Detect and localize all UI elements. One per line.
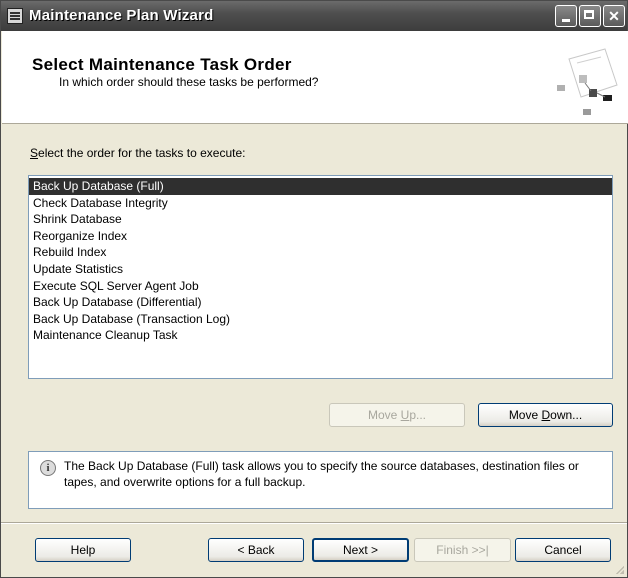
maximize-button[interactable] [579, 5, 601, 27]
task-list-item[interactable]: Back Up Database (Full) [29, 178, 612, 195]
finish-button[interactable]: Finish >>| [414, 538, 511, 562]
page-title: Select Maintenance Task Order [32, 55, 292, 74]
task-list-item[interactable]: Rebuild Index [29, 244, 612, 261]
maximize-icon [584, 10, 594, 19]
close-icon: ✕ [608, 8, 620, 24]
page-subtitle: In which order should these tasks be per… [59, 75, 319, 89]
task-list-item[interactable]: Update Statistics [29, 261, 612, 278]
task-list-item[interactable]: Execute SQL Server Agent Job [29, 278, 612, 295]
window-title: Maintenance Plan Wizard [29, 7, 214, 24]
task-list-item[interactable]: Back Up Database (Differential) [29, 294, 612, 311]
task-list-item[interactable]: Reorganize Index [29, 228, 612, 245]
move-down-button[interactable]: Move Down... [478, 403, 613, 427]
move-up-button[interactable]: Move Up... [329, 403, 465, 427]
task-list-item[interactable]: Shrink Database [29, 211, 612, 228]
task-list-item[interactable]: Back Up Database (Transaction Log) [29, 311, 612, 328]
title-bar[interactable]: Maintenance Plan Wizard ✕ [1, 1, 627, 31]
task-list-item[interactable]: Check Database Integrity [29, 195, 612, 212]
task-list-item[interactable]: Maintenance Cleanup Task [29, 327, 612, 344]
cancel-button[interactable]: Cancel [515, 538, 611, 562]
resize-grip-icon[interactable] [614, 564, 624, 574]
close-button[interactable]: ✕ [603, 5, 625, 27]
minimize-button[interactable] [555, 5, 577, 27]
back-button[interactable]: < Back [208, 538, 304, 562]
app-icon [7, 8, 23, 24]
task-description-text: The Back Up Database (Full) task allows … [64, 459, 579, 489]
info-icon: i [40, 460, 56, 476]
wizard-graphic-icon [557, 48, 618, 115]
task-order-list[interactable]: Back Up Database (Full) Check Database In… [28, 175, 613, 379]
footer-divider [1, 522, 627, 524]
task-description-box: i The Back Up Database (Full) task allow… [28, 451, 613, 509]
help-button[interactable]: Help [35, 538, 131, 562]
wizard-header: Select Maintenance Task Order In which o… [2, 31, 628, 124]
task-order-label: Select the order for the tasks to execut… [30, 146, 246, 160]
wizard-window: Maintenance Plan Wizard ✕ Select Mainten… [0, 0, 628, 578]
minimize-icon [562, 19, 570, 22]
next-button[interactable]: Next > [312, 538, 409, 562]
